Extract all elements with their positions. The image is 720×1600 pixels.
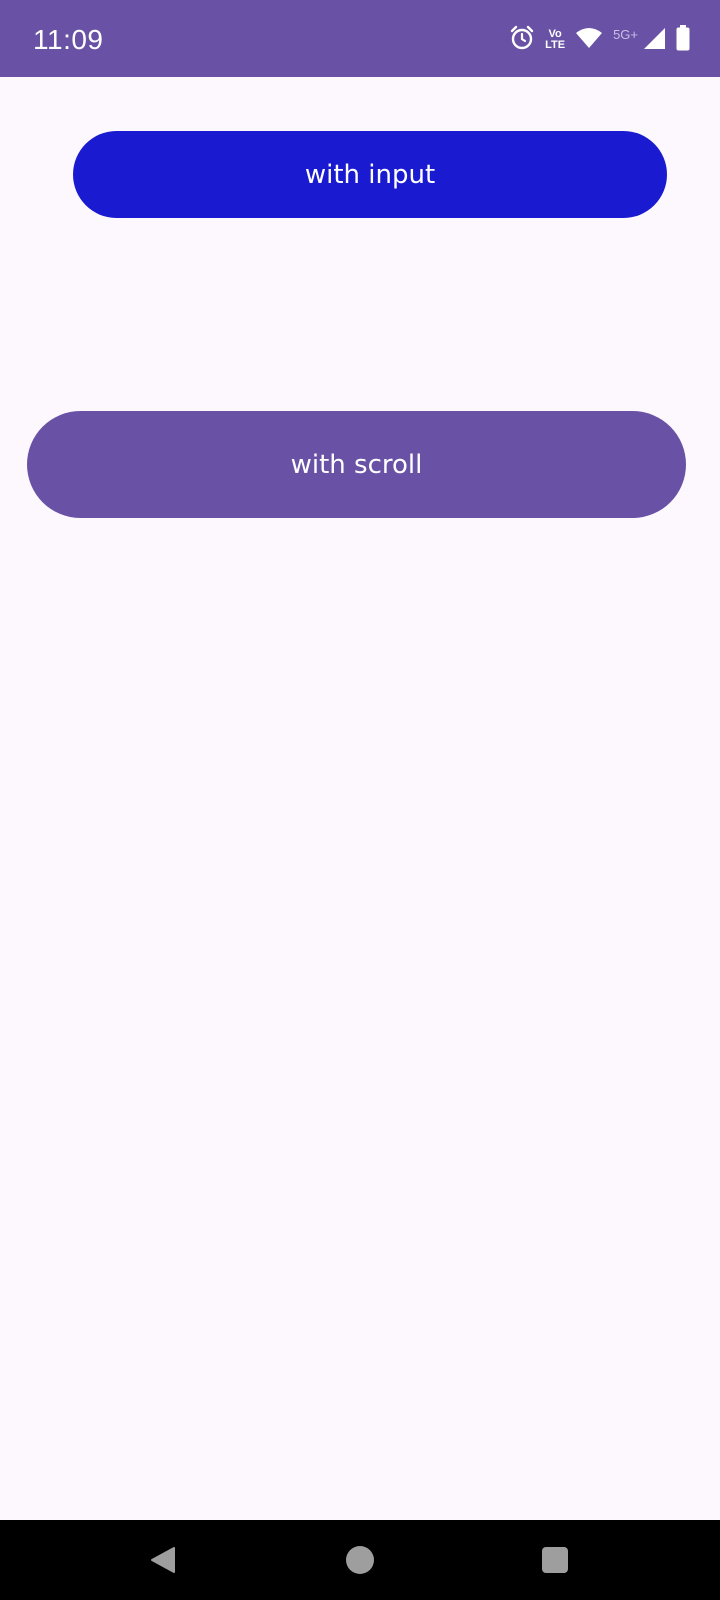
navigation-bar <box>0 1520 720 1600</box>
alarm-icon <box>509 25 535 56</box>
wifi-icon <box>575 26 603 55</box>
home-icon[interactable] <box>340 1540 380 1580</box>
volte-icon: Vo LTE <box>545 29 565 51</box>
status-icons: Vo LTE 5G+ <box>499 24 690 56</box>
with-input-button[interactable]: with input <box>73 131 667 218</box>
signal-icon <box>642 26 666 55</box>
main-content: with input with scroll <box>0 77 720 1520</box>
back-icon[interactable] <box>143 1540 183 1580</box>
network-type-label: 5G+ <box>613 26 638 42</box>
with-scroll-button[interactable]: with scroll <box>27 411 686 518</box>
volte-bottom-text: LTE <box>545 39 566 51</box>
battery-icon <box>676 24 690 56</box>
status-time: 11:09 <box>33 24 104 55</box>
recents-icon[interactable] <box>535 1540 575 1580</box>
status-bar: 11:09 Vo LTE 5G+ <box>0 0 720 77</box>
